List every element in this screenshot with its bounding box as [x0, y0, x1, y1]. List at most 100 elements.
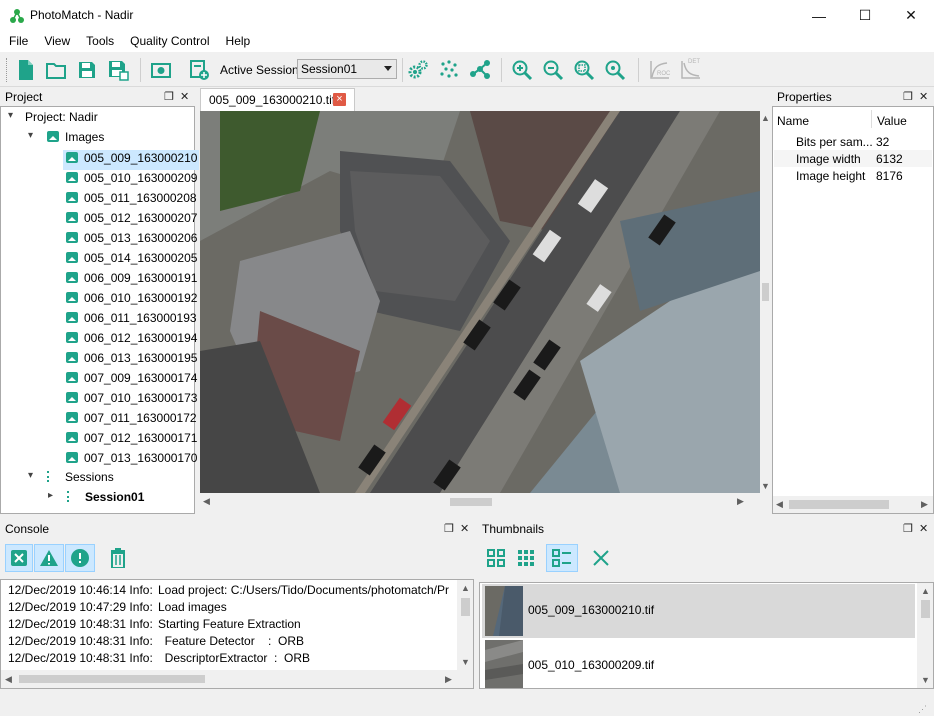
menu-file[interactable]: File — [0, 31, 35, 52]
menu-help[interactable]: Help — [217, 31, 258, 52]
menu-view[interactable]: View — [35, 31, 77, 52]
menu-tools[interactable]: Tools — [77, 31, 121, 52]
tree-image-item[interactable]: 007_012_163000171 — [63, 430, 199, 450]
collapse-caret-icon[interactable]: ▾ — [8, 110, 13, 121]
small-thumbnails-button[interactable] — [512, 544, 540, 572]
load-images-button[interactable] — [148, 57, 174, 83]
scroll-left-icon[interactable]: ◀ — [5, 674, 12, 685]
tree-image-item[interactable]: 007_013_163000170 — [63, 450, 199, 470]
thumbnail-item-selected[interactable]: 005_009_163000210.tif — [482, 584, 915, 638]
new-session-button[interactable] — [186, 57, 212, 83]
viewer-vertical-scrollbar[interactable]: ▲ ▼ — [760, 111, 770, 493]
scroll-thumb[interactable] — [461, 598, 470, 616]
sessions-folder[interactable]: Sessions — [47, 470, 114, 490]
thumbnail-vertical-scrollbar[interactable]: ▲ ▼ — [917, 583, 933, 688]
tree-image-item[interactable]: 005_010_163000209 — [63, 170, 199, 190]
tree-image-item[interactable]: 005_014_163000205 — [63, 250, 199, 270]
feature-extraction-button[interactable] — [405, 57, 431, 83]
float-panel-icon[interactable]: ❐ — [444, 522, 454, 535]
thumbnail-item[interactable]: 005_010_163000209.tif — [482, 639, 915, 689]
collapse-caret-icon[interactable]: ▾ — [28, 470, 33, 481]
matching-button[interactable] — [467, 57, 493, 83]
float-panel-icon[interactable]: ❐ — [903, 90, 913, 103]
console-horizontal-scrollbar[interactable]: ◀ ▶ — [1, 670, 473, 688]
keypoints-button[interactable] — [436, 57, 462, 83]
close-panel-icon[interactable]: ✕ — [919, 522, 928, 535]
save-as-button[interactable] — [105, 57, 131, 83]
filter-info-button[interactable] — [65, 544, 95, 572]
session-item[interactable]: Session01 — [67, 490, 144, 510]
console-vertical-scrollbar[interactable]: ▲ ▼ — [457, 580, 473, 670]
roc-curve-button[interactable]: ROC — [647, 57, 673, 83]
property-row[interactable]: Image height 8176 — [774, 167, 932, 184]
open-project-button[interactable] — [43, 57, 69, 83]
scroll-thumb[interactable] — [921, 600, 930, 618]
scroll-thumb[interactable] — [450, 498, 492, 506]
tree-image-item[interactable]: 006_009_163000191 — [63, 270, 199, 290]
save-button[interactable] — [74, 57, 100, 83]
float-panel-icon[interactable]: ❐ — [164, 90, 174, 103]
clear-console-button[interactable] — [104, 544, 132, 572]
zoom-in-button[interactable] — [509, 57, 535, 83]
delete-images-button[interactable] — [587, 544, 615, 572]
resize-grip-icon[interactable]: ⋰ — [918, 704, 927, 715]
maximize-button[interactable]: ☐ — [842, 0, 888, 31]
collapse-caret-icon[interactable]: ▾ — [28, 130, 33, 141]
tree-image-item[interactable]: 005_013_163000206 — [63, 230, 199, 250]
active-session-select[interactable]: Session01 — [297, 59, 397, 79]
large-thumbnails-button[interactable] — [482, 544, 510, 572]
image-tab[interactable]: 005_009_163000210.tif × — [200, 88, 355, 111]
property-row[interactable]: Bits per sam... 32 — [774, 133, 932, 150]
float-panel-icon[interactable]: ❐ — [903, 522, 913, 535]
minimize-button[interactable]: — — [796, 0, 842, 31]
tree-image-item[interactable]: 005_012_163000207 — [63, 210, 199, 230]
toolbar-grip[interactable] — [6, 58, 9, 82]
value-column-header[interactable]: Value — [877, 114, 907, 128]
scroll-thumb[interactable] — [19, 675, 205, 683]
close-panel-icon[interactable]: ✕ — [919, 90, 928, 103]
column-divider[interactable] — [871, 110, 872, 128]
tree-image-item[interactable]: 007_009_163000174 — [63, 370, 199, 390]
scroll-thumb[interactable] — [789, 500, 889, 509]
filter-errors-button[interactable] — [5, 544, 33, 572]
tree-image-item[interactable]: 007_011_163000172 — [63, 410, 199, 430]
images-folder[interactable]: Images — [47, 130, 104, 150]
viewer-horizontal-scrollbar[interactable]: ◀ ▶ — [200, 493, 760, 511]
expand-caret-icon[interactable]: ▸ — [48, 490, 53, 501]
scroll-down-icon[interactable]: ▼ — [921, 675, 930, 685]
filter-warnings-button[interactable] — [34, 544, 64, 572]
close-window-button[interactable]: ✕ — [888, 0, 934, 31]
tree-image-item[interactable]: 006_012_163000194 — [63, 330, 199, 350]
tree-image-item[interactable]: 005_011_163000208 — [63, 190, 199, 210]
zoom-out-button[interactable] — [540, 57, 566, 83]
tree-image-item[interactable]: 007_010_163000173 — [63, 390, 199, 410]
close-panel-icon[interactable]: ✕ — [180, 90, 189, 103]
scroll-down-icon[interactable]: ▼ — [461, 657, 470, 667]
zoom-fit-button[interactable] — [602, 57, 628, 83]
close-tab-icon[interactable]: × — [333, 93, 346, 106]
tree-image-item[interactable]: 005_009_163000210 — [63, 150, 200, 170]
scroll-down-icon[interactable]: ▼ — [761, 481, 770, 491]
det-curve-button[interactable]: DET — [678, 57, 704, 83]
tree-image-item[interactable]: 006_011_163000193 — [63, 310, 199, 330]
property-row[interactable]: Image width 6132 — [774, 150, 932, 167]
tree-image-item[interactable]: 006_013_163000195 — [63, 350, 199, 370]
name-column-header[interactable]: Name — [777, 114, 809, 128]
scroll-right-icon[interactable]: ▶ — [445, 674, 452, 685]
image-canvas[interactable] — [200, 111, 760, 493]
close-panel-icon[interactable]: ✕ — [460, 522, 469, 535]
new-project-button[interactable] — [13, 57, 39, 83]
zoom-extent-button[interactable] — [571, 57, 597, 83]
scroll-left-icon[interactable]: ◀ — [203, 496, 210, 507]
scroll-right-icon[interactable]: ▶ — [737, 496, 744, 507]
scroll-thumb[interactable] — [762, 283, 769, 301]
properties-horizontal-scrollbar[interactable]: ◀ ▶ — [773, 496, 933, 513]
scroll-right-icon[interactable]: ▶ — [921, 499, 928, 510]
scroll-up-icon[interactable]: ▲ — [921, 586, 930, 596]
menu-quality-control[interactable]: Quality Control — [121, 31, 216, 52]
tree-image-item[interactable]: 006_010_163000192 — [63, 290, 199, 310]
scroll-left-icon[interactable]: ◀ — [776, 499, 783, 510]
project-root[interactable]: Project: Nadir — [25, 110, 98, 130]
scroll-up-icon[interactable]: ▲ — [761, 113, 770, 123]
details-view-button[interactable] — [546, 544, 578, 572]
